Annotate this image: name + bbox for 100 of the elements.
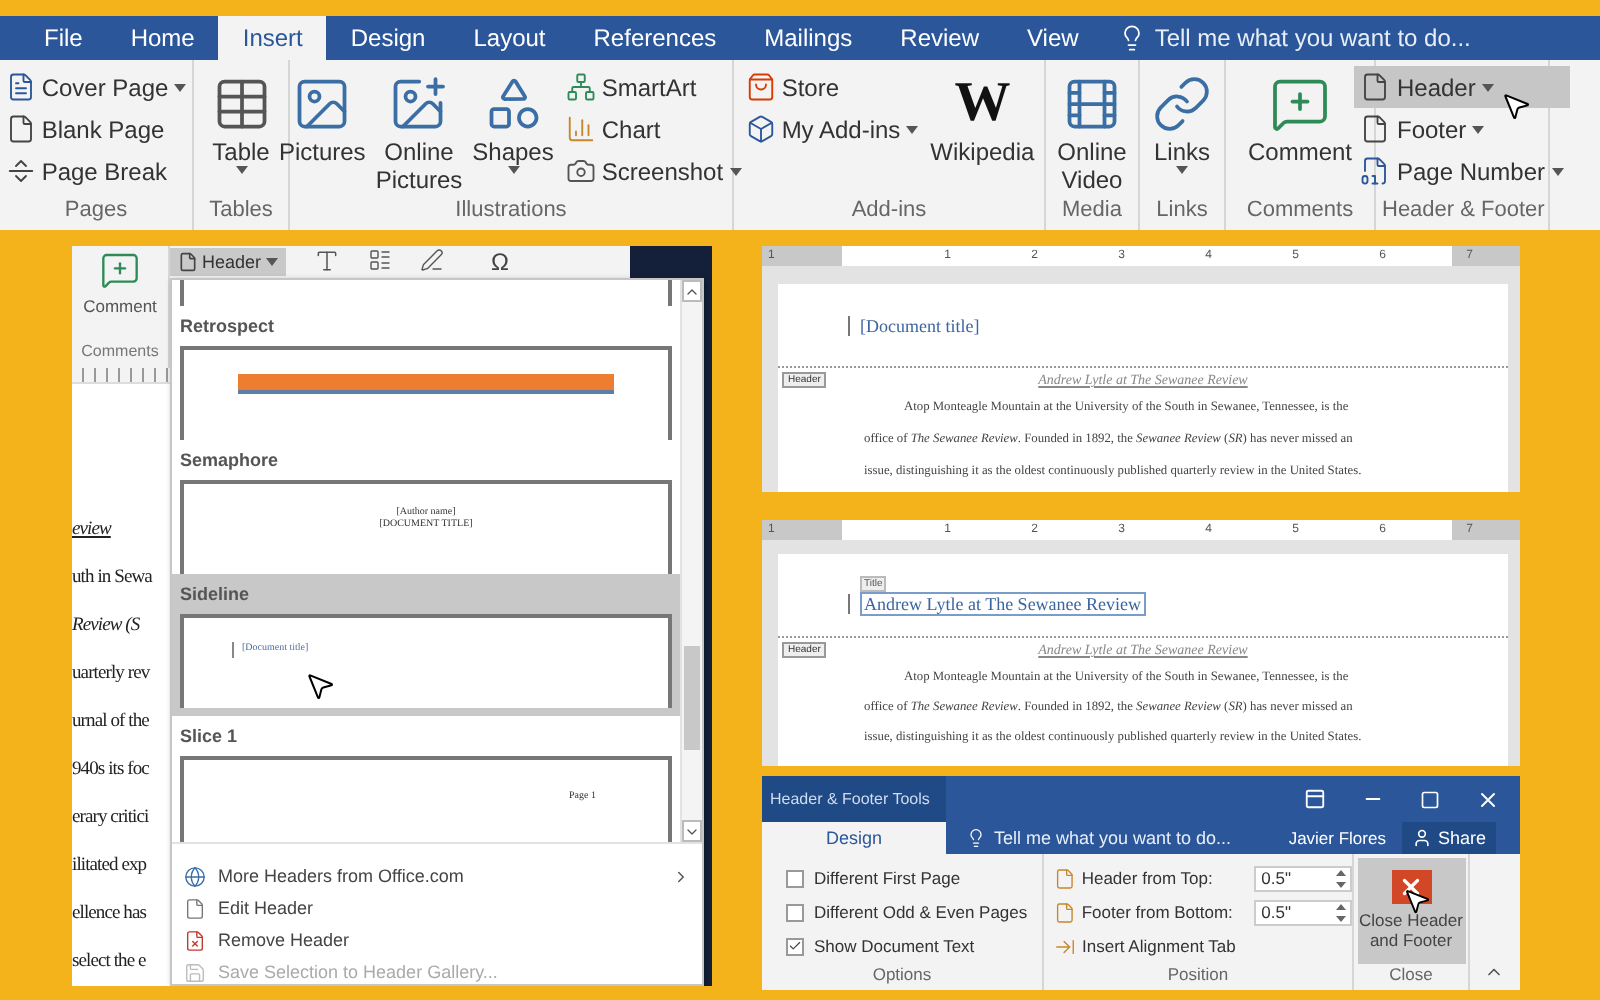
panel-icon[interactable] [1304,788,1326,811]
ribbon-button[interactable]: Comment [1243,66,1356,170]
document-text: erary critici [72,806,149,832]
tab-stop-icon [1054,935,1076,957]
film-icon [1062,74,1122,134]
group-label: Links [1154,198,1210,226]
person-icon [1411,828,1432,849]
checkbox[interactable] [786,937,804,955]
ribbon-tab[interactable]: References [569,16,741,60]
shopping-bag-icon [745,72,776,102]
link-icon [1152,74,1212,134]
document-text: uarterly rev [72,662,150,688]
ribbon-tab[interactable]: File [20,16,107,60]
checkbox-label: Different First Page [814,868,961,888]
ribbon-button[interactable]: Online Pictures [371,66,467,198]
globe-icon [184,865,206,887]
caret-icon [265,258,278,266]
comment-plus-icon [100,250,140,290]
context-title: Header & Footer Tools [762,776,946,823]
menu-item[interactable]: More Headers from Office.com [172,860,702,892]
menu-item: Save Selection to Header Gallery... [172,956,702,986]
spin-arrows-icon [1336,869,1346,887]
document-text: uth in Sewa [72,566,152,592]
page-icon [5,114,36,144]
checkbox[interactable] [786,903,804,921]
menu-item[interactable]: Edit Header [172,892,702,924]
checkbox[interactable] [786,869,804,887]
ribbon-button[interactable]: Links [1148,66,1216,178]
menu-item[interactable]: Remove Header [172,924,702,956]
ribbon-tab[interactable]: Mailings [740,16,877,60]
ribbon-button[interactable]: Online Video [1052,66,1132,198]
ribbon-tab[interactable]: View [1003,16,1103,60]
ribbon-button[interactable]: Blank Page [0,108,193,150]
cursor-icon [304,670,336,702]
ribbon-tab[interactable]: Insert [218,16,327,60]
ribbon-button[interactable]: Insert Alignment Tab [1054,932,1352,960]
comment-button[interactable]: Comment [83,250,157,316]
text-cursor [848,593,850,613]
bar-chart-icon [565,114,596,144]
maximize-icon[interactable] [1420,789,1440,810]
ribbon-tab[interactable]: Review [876,16,1004,60]
share-button[interactable]: Share [1401,822,1496,854]
title-placeholder[interactable]: [Document title] [860,315,980,335]
ribbon-button[interactable]: Cover Page [0,66,193,108]
comment-plus-icon [1269,74,1330,134]
symbol-button[interactable]: Ω [491,248,510,276]
page-icon [178,252,198,272]
text-cursor [848,315,850,335]
page-icon [184,897,206,919]
spin-field[interactable]: 0.5" [1253,899,1352,925]
cube-icon [745,114,776,144]
document-text: Review (S [72,614,140,640]
cursor-icon [1500,88,1532,124]
ribbon-button[interactable]: Header [1354,66,1570,108]
document-text: 940s its foc [72,758,149,784]
logo-glyph: W [954,74,1011,134]
title-field[interactable]: Andrew Lytle at The Sewanee Review [860,591,1146,615]
group-label: Position [1165,964,1231,988]
scrollbar-thumb[interactable] [684,646,700,750]
group-label: Tables [207,198,275,226]
page-icon [1360,114,1391,144]
page-x-icon [184,929,206,951]
page-number-icon [1360,156,1391,186]
spin-field[interactable]: 0.5" [1253,865,1352,891]
ribbon-button[interactable]: W Wikipedia [926,66,1039,170]
document-text: ilitated exp [72,854,147,880]
ribbon-tab[interactable]: Layout [449,16,570,60]
ribbon-tab[interactable]: Design [762,822,946,854]
camera-icon [565,156,596,186]
diagram-icon [565,72,596,102]
ribbon-button[interactable]: Table [207,66,275,178]
group-label: Header & Footer [1382,198,1542,226]
group-label: Comments [81,342,159,361]
spin-arrows-icon [1336,903,1346,921]
ribbon-tab[interactable]: Home [106,16,219,60]
group-label: Add-ins [849,198,929,226]
group-label: Media [1060,198,1124,226]
ribbon-button[interactable]: Shapes [468,66,558,178]
ribbon-button[interactable]: Pictures [274,66,370,170]
group-label: Comments [1244,198,1356,226]
page-icon [1054,901,1076,923]
ribbon-tab[interactable]: Design [326,16,450,60]
tell-me-search[interactable]: Tell me what you want to do... [1154,24,1471,52]
field-label: Footer from Bottom: [1081,902,1235,922]
document-text: ellence has [72,902,146,928]
ribbon-button[interactable]: Page Number [1354,150,1570,192]
field-label: Header from Top: [1081,868,1215,888]
group-label: Close [1387,964,1435,988]
tell-me-search[interactable]: Tell me what you want to do... [994,828,1232,849]
user-name[interactable]: Javier Flores [1288,822,1402,854]
ribbon-button[interactable]: Screenshot [559,150,748,192]
image-plus-icon [388,74,449,134]
document-text: urnal of the [72,710,149,736]
gallery-item[interactable]: Retrospect [172,306,680,440]
header-button[interactable]: Header [170,248,286,276]
ribbon-button[interactable]: Footer [1354,108,1570,150]
close-header-footer-button[interactable]: Close Header and Footer [1357,858,1465,964]
ribbon-button[interactable]: Page Break [0,150,193,192]
checkbox-label: Different Odd & Even Pages [814,902,1028,922]
close-icon[interactable] [1476,787,1500,812]
